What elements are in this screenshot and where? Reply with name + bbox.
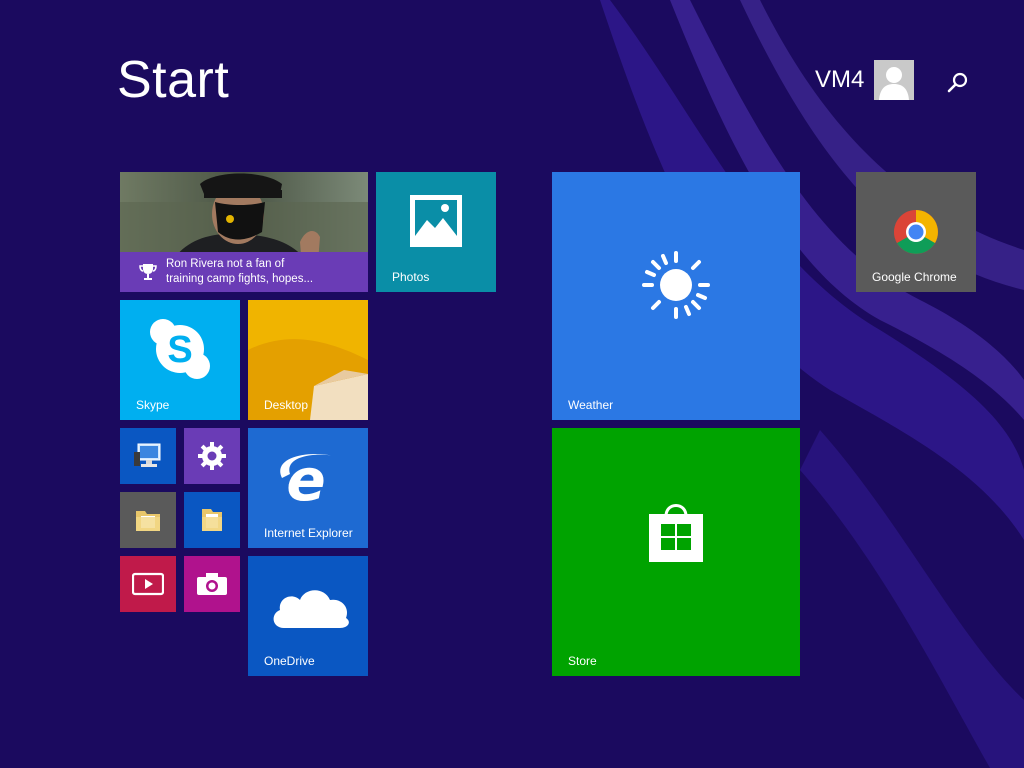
documents-folder-icon	[202, 509, 222, 531]
video-tile[interactable]	[120, 556, 176, 612]
onedrive-label: OneDrive	[264, 654, 315, 668]
news-headline-bar: Ron Rivera not a fan of training camp fi…	[120, 252, 368, 292]
chrome-icon	[894, 210, 938, 254]
sun-icon	[642, 251, 710, 319]
settings-gear-icon	[198, 442, 226, 470]
weather-label: Weather	[568, 398, 614, 412]
camera-icon	[197, 573, 227, 595]
pc-settings-tile[interactable]	[184, 428, 240, 484]
skype-label: Skype	[136, 398, 170, 412]
skype-tile[interactable]: S Skype	[120, 300, 240, 420]
user-name: VM4	[815, 66, 865, 93]
svg-text:e: e	[286, 448, 325, 508]
file-explorer-tile[interactable]	[120, 492, 176, 548]
video-player-icon	[132, 572, 164, 596]
ie-label: Internet Explorer	[264, 526, 353, 540]
google-chrome-tile[interactable]: Google Chrome	[856, 172, 976, 292]
this-pc-tile[interactable]	[120, 428, 176, 484]
desktop-label: Desktop	[264, 398, 309, 412]
news-headline-line2: training camp fights, hopes...	[166, 273, 314, 285]
sports-news-tile[interactable]: Ron Rivera not a fan of training camp fi…	[120, 172, 368, 292]
photos-tile[interactable]: Photos	[376, 172, 496, 292]
svg-text:S: S	[167, 329, 192, 371]
internet-explorer-icon: e	[280, 448, 334, 508]
onedrive-tile[interactable]: OneDrive	[248, 556, 368, 676]
store-bag-icon	[649, 504, 703, 562]
search-icon[interactable]	[946, 70, 970, 94]
camera-tile[interactable]	[184, 556, 240, 612]
file-explorer-icon	[136, 511, 160, 531]
news-headline-line1: Ron Rivera not a fan of	[166, 258, 285, 270]
this-pc-icon	[134, 443, 161, 467]
photos-label: Photos	[392, 270, 430, 284]
onedrive-cloud-icon	[273, 590, 349, 628]
page-title: Start	[117, 51, 230, 109]
internet-explorer-tile[interactable]: e Internet Explorer	[248, 428, 368, 548]
chrome-label: Google Chrome	[872, 270, 957, 284]
store-tile[interactable]: Store	[552, 428, 800, 676]
documents-tile[interactable]	[184, 492, 240, 548]
photos-icon	[410, 195, 462, 247]
trophy-icon	[139, 264, 157, 280]
store-label: Store	[568, 654, 597, 668]
desktop-tile[interactable]: Desktop	[248, 300, 368, 420]
user-account[interactable]: VM4	[815, 60, 915, 100]
skype-icon: S	[150, 319, 210, 379]
weather-tile[interactable]: Weather	[552, 172, 800, 420]
user-avatar-icon[interactable]	[874, 60, 915, 100]
